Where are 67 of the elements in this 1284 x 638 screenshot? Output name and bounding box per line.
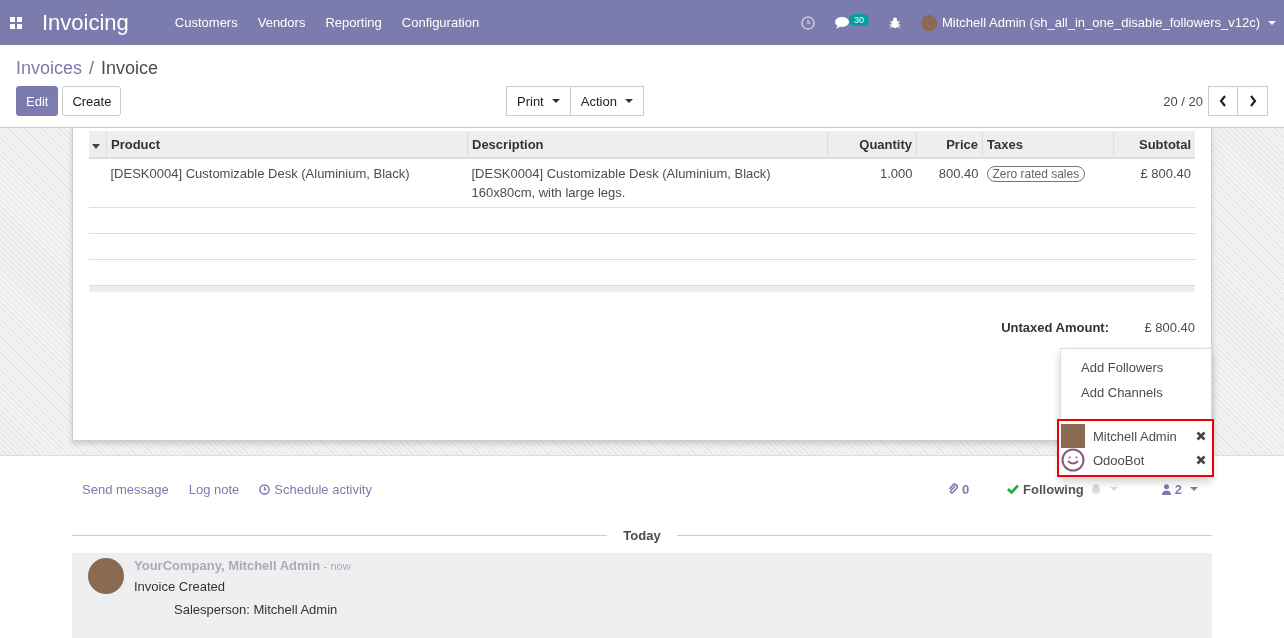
- bug-icon[interactable]: [889, 16, 902, 29]
- clock-icon[interactable]: [801, 15, 815, 30]
- send-message-link[interactable]: Send message: [82, 481, 169, 497]
- chevron-right-icon: [1248, 95, 1257, 107]
- menu-item[interactable]: Add Channels: [1061, 380, 1211, 405]
- sort-toggle-cell[interactable]: [89, 131, 107, 158]
- breadcrumb-current: Invoice: [101, 58, 159, 78]
- menu-item[interactable]: Configuration: [401, 15, 480, 30]
- previous-button[interactable]: [1208, 86, 1238, 116]
- user-avatar: [921, 14, 938, 31]
- caret-icon: [551, 99, 560, 103]
- apps-menu-icon[interactable]: [10, 16, 22, 29]
- edit-button[interactable]: Edit: [16, 86, 59, 116]
- breadcrumb-separator: /: [89, 58, 95, 78]
- table-cell: [DESK0004] Customizable Desk (Aluminium, Black) 160x80cm, with large legs.: [467, 158, 828, 208]
- next-button[interactable]: [1238, 86, 1268, 116]
- schedule-activity-link[interactable]: Schedule activity: [274, 481, 372, 497]
- table-cell: 800.40: [916, 158, 983, 208]
- menu-item[interactable]: Reporting: [325, 15, 382, 30]
- chevron-left-icon: [1219, 95, 1227, 107]
- clock-icon[interactable]: [259, 483, 271, 495]
- total-value: £ 800.40: [1143, 319, 1195, 335]
- followers-count[interactable]: 2: [1174, 481, 1182, 497]
- log-note-link[interactable]: Log note: [188, 481, 240, 497]
- print-dropdown[interactable]: Print: [506, 86, 571, 116]
- caret-icon: [92, 143, 100, 149]
- person-icon[interactable]: [1161, 483, 1171, 495]
- action-dropdown[interactable]: Action: [570, 86, 644, 116]
- table-cell: 1.000: [827, 158, 917, 208]
- column-header[interactable]: Price: [916, 131, 983, 158]
- caret-icon[interactable]: [1268, 20, 1276, 25]
- breadcrumb-link[interactable]: Invoices: [16, 58, 83, 78]
- column-header[interactable]: Quantity: [827, 131, 917, 158]
- app-title: Invoicing: [42, 9, 129, 36]
- user-menu[interactable]: Mitchell Admin (sh_all_in_one_disable_followers_v12c): [942, 15, 1260, 30]
- date-separator: Today: [623, 527, 661, 543]
- menu-item[interactable]: Add Followers: [1061, 355, 1211, 380]
- follower-name[interactable]: Mitchell Admin: [1093, 428, 1196, 444]
- message-author: YourCompany, Mitchell Admin: [134, 558, 321, 573]
- create-button[interactable]: Create: [62, 86, 122, 116]
- following-button[interactable]: Following: [1023, 481, 1084, 497]
- column-header[interactable]: Taxes: [982, 131, 1114, 158]
- message-count-badge: 30: [849, 13, 870, 26]
- column-header[interactable]: Subtotal: [1113, 131, 1195, 158]
- menu-item[interactable]: Vendors: [257, 15, 306, 30]
- avatar-photo-placeholder: [1061, 424, 1085, 448]
- table-cell: £ 800.40: [1113, 158, 1195, 208]
- attachment-count[interactable]: 0: [961, 481, 970, 497]
- message-detail: Salesperson: Mitchell Admin: [174, 602, 339, 617]
- table-cell: [DESK0004] Customizable Desk (Aluminium, Black): [106, 158, 468, 208]
- paperclip-icon[interactable]: [947, 483, 958, 495]
- caret-icon: [624, 99, 633, 103]
- chat-icon[interactable]: [835, 15, 851, 30]
- remove-icon[interactable]: [1196, 455, 1206, 465]
- column-header[interactable]: Product: [106, 131, 468, 158]
- check-icon: [1007, 484, 1020, 494]
- total-label: Untaxed Amount:: [1001, 319, 1109, 335]
- caret-icon[interactable]: [1190, 487, 1198, 491]
- pager-value: 20 / 20: [1163, 93, 1203, 109]
- message-body: Invoice Created: [134, 579, 227, 594]
- author-avatar: [88, 558, 124, 594]
- smiley-avatar-icon: [1061, 448, 1085, 472]
- column-header[interactable]: Description: [467, 131, 828, 158]
- menu-item[interactable]: Customers: [174, 15, 238, 30]
- follower-name[interactable]: OdooBot: [1093, 452, 1196, 468]
- message-time: - now: [323, 560, 351, 572]
- remove-icon[interactable]: [1196, 431, 1206, 441]
